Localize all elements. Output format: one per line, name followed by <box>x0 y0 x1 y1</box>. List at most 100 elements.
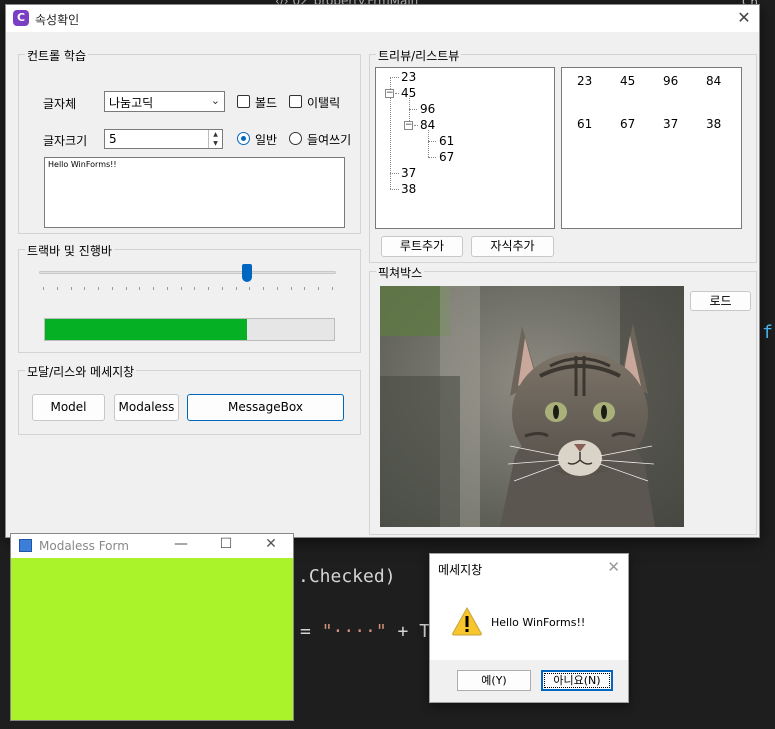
list-item[interactable]: 37 <box>663 117 678 131</box>
close-icon[interactable]: ✕ <box>261 536 281 552</box>
maximize-icon[interactable]: ☐ <box>216 536 236 552</box>
list-item[interactable]: 38 <box>706 117 721 131</box>
trackbar-tick <box>56 287 58 290</box>
trackbar-group: 트랙바 및 진행바 <box>18 242 361 353</box>
font-size-numeric[interactable]: 5 ▲ ▼ <box>104 129 223 149</box>
tree-node[interactable]: 23 <box>401 70 416 84</box>
message-box: 메세지창 ✕ Hello WinForms!! 예(Y) 아니요(N) <box>429 553 629 703</box>
tree-node[interactable]: 67 <box>439 150 454 164</box>
trackbar-tick <box>332 287 333 290</box>
picture-group: 픽쳐박스 로드 <box>369 264 757 535</box>
editor-code-glyph: f <box>762 322 773 343</box>
normal-radio[interactable] <box>237 132 250 145</box>
trackbar-tick <box>235 287 237 290</box>
tree-node[interactable]: 37 <box>401 166 416 180</box>
tree-connector <box>428 141 436 142</box>
model-button[interactable]: Model <box>32 394 105 421</box>
collapse-icon[interactable]: − <box>385 89 394 98</box>
trackbar-tick <box>153 287 155 290</box>
message-box-footer: 예(Y) 아니요(N) <box>430 660 628 702</box>
main-titlebar[interactable]: C 속성확인 ✕ <box>6 5 759 32</box>
tree-connector <box>409 109 417 110</box>
font-label: 글자체 <box>43 97 77 111</box>
list-item[interactable]: 96 <box>663 74 678 88</box>
trackbar-tick <box>111 287 113 290</box>
modaless-title: Modaless Form <box>39 539 129 553</box>
modal-group-title: 모달/리스와 메세지창 <box>25 363 137 380</box>
trackbar-tick <box>276 287 278 290</box>
trackbar-tick <box>221 287 223 290</box>
tree-connector <box>390 77 399 78</box>
cat-image <box>380 286 684 527</box>
window-title: 속성확인 <box>35 13 80 27</box>
progress-bar <box>44 318 335 341</box>
list-item[interactable]: 61 <box>577 117 592 131</box>
tree-connector <box>428 130 429 157</box>
trackbar-thumb[interactable] <box>241 264 252 282</box>
tree-group-title: 트리뷰/리스트뷰 <box>376 47 462 64</box>
modaless-button[interactable]: Modaless <box>114 394 179 421</box>
close-icon[interactable]: ✕ <box>607 558 620 576</box>
list-item[interactable]: 84 <box>706 74 721 88</box>
trackbar-track[interactable] <box>39 271 336 274</box>
trackbar-tick <box>318 287 320 290</box>
indent-radio[interactable] <box>289 132 302 145</box>
tree-node[interactable]: 96 <box>420 102 435 116</box>
tree-connector <box>428 157 436 158</box>
trackbar-tick <box>43 287 44 290</box>
treeview[interactable]: − − 23 45 96 84 61 67 37 38 <box>375 67 555 229</box>
tree-node[interactable]: 61 <box>439 134 454 148</box>
trackbar-tick <box>249 287 251 290</box>
cat-picture <box>380 286 684 527</box>
editor-code-line-checked: .Checked) <box>298 566 396 587</box>
tree-connector <box>414 125 418 126</box>
list-item[interactable]: 45 <box>620 74 635 88</box>
load-button[interactable]: 로드 <box>690 291 751 311</box>
trackbar-tick <box>70 287 72 290</box>
add-child-button[interactable]: 자식추가 <box>471 236 554 257</box>
trackbar-tick <box>84 287 86 290</box>
control-group: 컨트롤 학습 글자체 나눔고딕 ⌄ 볼드 이탤릭 글자크기 5 ▲ ▼ 일반 들여… <box>18 47 361 234</box>
list-item[interactable]: 23 <box>577 74 592 88</box>
tree-node[interactable]: 38 <box>401 182 416 196</box>
trackbar-tick <box>304 287 306 290</box>
sample-textbox[interactable]: Hello WinForms!! <box>44 157 345 228</box>
collapse-icon[interactable]: − <box>404 121 413 130</box>
trackbar-tick <box>125 287 127 290</box>
modaless-titlebar[interactable]: Modaless Form — ☐ ✕ <box>11 534 293 558</box>
modal-group: 모달/리스와 메세지창 Model Modaless MessageBox <box>18 363 361 435</box>
normal-radio-label: 일반 <box>255 133 278 147</box>
italic-checkbox[interactable] <box>289 95 302 108</box>
tree-node[interactable]: 84 <box>420 118 435 132</box>
trackbar-tick <box>166 287 168 290</box>
yes-button[interactable]: 예(Y) <box>457 670 531 691</box>
message-text: Hello WinForms!! <box>491 616 586 629</box>
tree-connector <box>395 93 399 94</box>
trackbar-tick <box>180 287 182 290</box>
bold-checkbox[interactable] <box>237 95 250 108</box>
no-button[interactable]: 아니요(N) <box>541 670 613 691</box>
font-size-value: 5 <box>109 132 117 146</box>
font-combobox-value: 나눔고딕 <box>109 96 154 110</box>
add-root-button[interactable]: 루트추가 <box>381 236 463 257</box>
italic-label: 이탤릭 <box>307 96 341 110</box>
progress-fill <box>45 319 248 340</box>
control-group-title: 컨트롤 학습 <box>25 47 89 64</box>
listview[interactable]: 23 45 96 84 61 67 37 38 <box>561 67 742 229</box>
minimize-icon[interactable]: — <box>171 536 191 552</box>
bold-label: 볼드 <box>255 96 278 110</box>
close-icon[interactable]: ✕ <box>735 8 753 27</box>
spin-updown-icon[interactable]: ▲ ▼ <box>208 130 222 148</box>
trackbar-tick <box>139 287 141 290</box>
trackbar-tick <box>194 287 196 290</box>
messagebox-button[interactable]: MessageBox <box>187 394 344 421</box>
form-icon <box>19 539 32 552</box>
trackbar-tick <box>263 287 265 290</box>
font-combobox[interactable]: 나눔고딕 ⌄ <box>104 91 225 112</box>
list-item[interactable]: 67 <box>620 117 635 131</box>
tree-node[interactable]: 45 <box>401 86 416 100</box>
tree-connector <box>390 189 399 190</box>
editor-code-line-concat: = "····" + T <box>300 621 431 642</box>
warning-icon <box>452 606 482 636</box>
picture-group-title: 픽쳐박스 <box>376 264 425 281</box>
